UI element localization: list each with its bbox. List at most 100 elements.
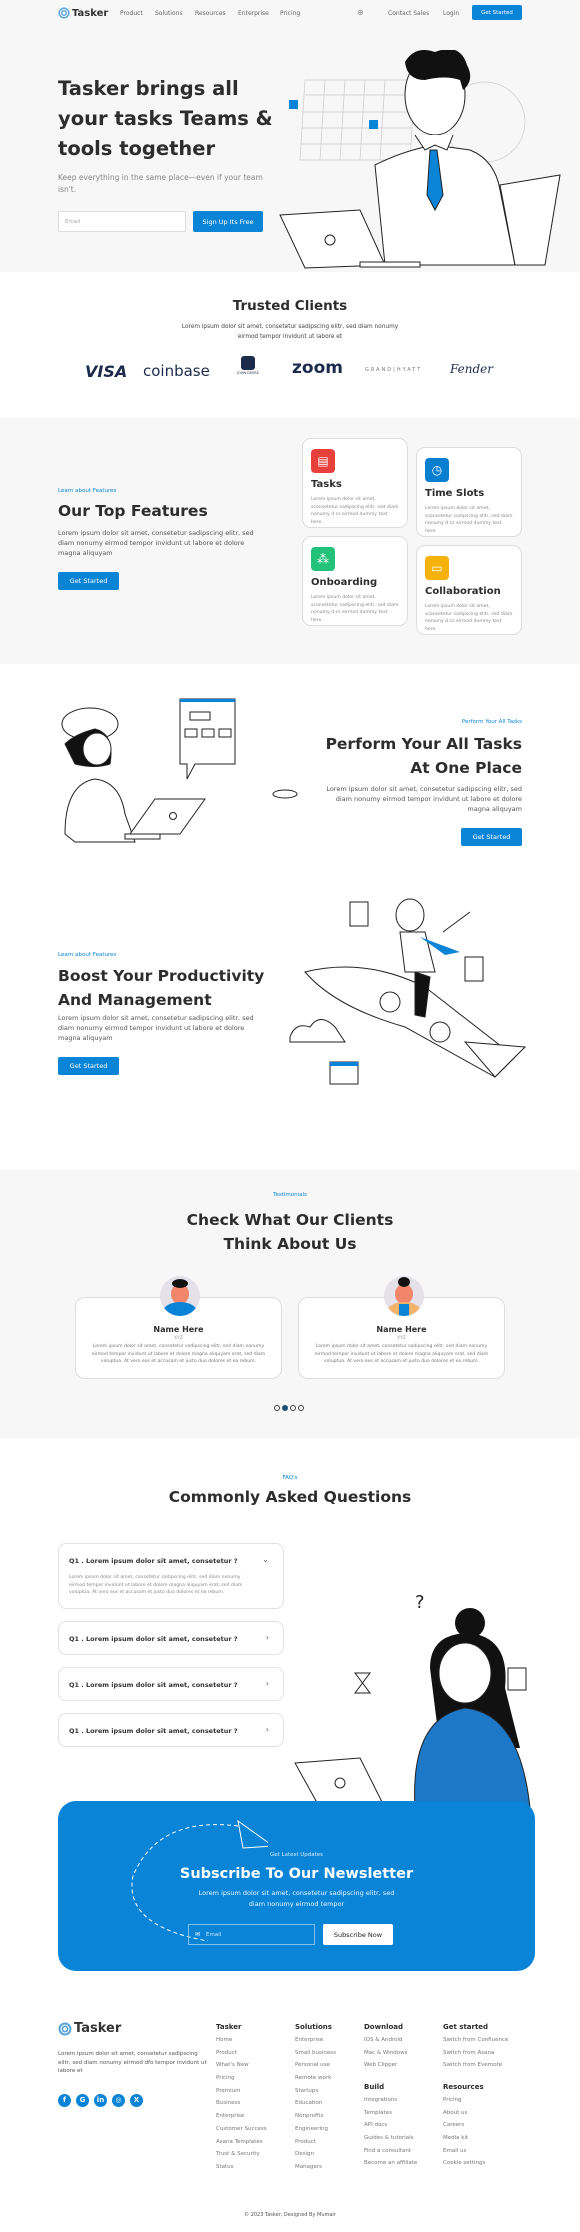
footer-link[interactable]: IOS & Android xyxy=(364,2037,407,2050)
testimonial-role: XYZ xyxy=(174,1336,183,1341)
feature-card-title: Tasks xyxy=(311,479,342,490)
footer-link[interactable]: Templates xyxy=(364,2110,417,2123)
boost-title-line: And Management xyxy=(58,991,212,1009)
footer-link[interactable]: Nonprofits xyxy=(295,2113,336,2126)
boost-get-started-button[interactable]: Get Started xyxy=(58,1057,119,1075)
chevron-right-icon: › xyxy=(265,1679,269,1688)
footer-link[interactable]: Small business xyxy=(295,2050,336,2063)
pagination-dot-active[interactable] xyxy=(282,1405,288,1411)
footer-link[interactable]: Managers xyxy=(295,2164,336,2177)
hero-section: Tasker Product Solutions Resources Enter… xyxy=(0,0,580,272)
nav-link-enterprise[interactable]: Enterprise xyxy=(238,10,269,17)
faq-item-open[interactable]: Q1 . Lorem ipsum dolor sit amet, consete… xyxy=(58,1543,284,1609)
nav-link-product[interactable]: Product xyxy=(120,10,143,17)
footer-link[interactable]: Education xyxy=(295,2100,336,2113)
perform-get-started-button[interactable]: Get Started xyxy=(461,828,522,846)
perform-title-line: Perform Your All Tasks xyxy=(325,735,522,753)
features-get-started-button[interactable]: Get Started xyxy=(58,572,119,590)
logo-fender: Fender xyxy=(450,362,494,376)
nav-link-resources[interactable]: Resources xyxy=(195,10,226,17)
nav-link-solutions[interactable]: Solutions xyxy=(155,10,183,17)
footer-link[interactable]: Product xyxy=(216,2050,267,2063)
logo-visa: VISA xyxy=(85,362,128,381)
footer-link[interactable]: Mac & Windows xyxy=(364,2050,407,2063)
chevron-down-icon: ⌄ xyxy=(262,1555,269,1564)
nav-get-started-button[interactable]: Get Started xyxy=(472,5,522,20)
linkedin-icon[interactable]: in xyxy=(94,2093,107,2107)
footer-link[interactable]: Become an affiliate xyxy=(364,2160,417,2173)
footer-link[interactable]: Engineering xyxy=(295,2126,336,2139)
hero-illustration-man-laptop xyxy=(279,50,561,269)
signup-free-button[interactable]: Sign Up Its Free xyxy=(193,211,263,232)
footer-link[interactable]: Trust & Security xyxy=(216,2151,267,2164)
feature-card-time-slots[interactable]: ◷ Time Slots Lorem ipsum dolor sit amet,… xyxy=(416,447,522,537)
testimonials-title: Check What Our Clients Think About Us xyxy=(0,1208,580,1256)
footer-link[interactable]: Switch from Confluence xyxy=(443,2037,508,2050)
footer-link[interactable]: Pricing xyxy=(443,2097,485,2110)
login-link[interactable]: Login xyxy=(443,10,459,17)
pagination-dot[interactable] xyxy=(274,1405,280,1411)
footer-link[interactable]: Enterprise xyxy=(216,2113,267,2126)
footer-link[interactable]: Personal use xyxy=(295,2062,336,2075)
subscribe-button[interactable]: Subscribe Now xyxy=(323,1924,393,1945)
x-twitter-icon[interactable]: X xyxy=(130,2093,143,2107)
features-section: Learn about Features Our Top Features Lo… xyxy=(0,418,580,664)
faq-item[interactable]: Q1 . Lorem ipsum dolor sit amet, consete… xyxy=(58,1621,284,1655)
globe-icon[interactable]: ⊕ xyxy=(357,8,364,17)
clients-description: Lorem ipsum dolor sit amet, consetetur s… xyxy=(181,324,399,340)
hero-email-input[interactable]: Email xyxy=(58,211,186,232)
faq-answer: Lorem ipsum dolor sit amet, consetetur s… xyxy=(69,1575,243,1595)
testimonial-role: XYZ xyxy=(397,1336,406,1341)
footer-link[interactable]: Product xyxy=(295,2139,336,2152)
mail-icon: ✉ xyxy=(195,1931,201,1938)
footer-link[interactable]: API docs xyxy=(364,2122,417,2135)
footer-link[interactable]: Design xyxy=(295,2151,336,2164)
facebook-icon[interactable]: f xyxy=(58,2093,71,2107)
faq-question: Q1 . Lorem ipsum dolor sit amet, consete… xyxy=(69,1681,238,1689)
footer-link[interactable]: Premium xyxy=(216,2088,267,2101)
faq-item[interactable]: Q1 . Lorem ipsum dolor sit amet, consete… xyxy=(58,1667,284,1701)
newsletter-email-input[interactable]: ✉ Email xyxy=(188,1924,315,1945)
footer-link[interactable]: Startups xyxy=(295,2088,336,2101)
footer-column-solutions: Solutions Enterprise Small business Persona… xyxy=(295,2023,336,2177)
logo-coinbase: coinbase xyxy=(143,362,210,380)
footer-link[interactable]: Pricing xyxy=(216,2075,267,2088)
feature-card-tasks[interactable]: ▤ Tasks Lorem ipsum dolor sit amet, scon… xyxy=(302,438,408,528)
footer-link[interactable]: Asana Templates xyxy=(216,2139,267,2152)
pagination-dot[interactable] xyxy=(290,1405,296,1411)
footer-link[interactable]: Careers xyxy=(443,2122,485,2135)
testimonial-name: Name Here xyxy=(153,1325,204,1334)
feature-card-collaboration[interactable]: ▭ Collaboration Lorem ipsum dolor sit am… xyxy=(416,545,522,635)
footer-link[interactable]: Email us xyxy=(443,2148,485,2161)
footer-link[interactable]: Home xyxy=(216,2037,267,2050)
nav-brand[interactable]: Tasker xyxy=(58,7,108,19)
logo-grand-hyatt: GRAND|HYATT xyxy=(365,367,423,373)
contact-sales-link[interactable]: Contact Sales xyxy=(388,10,429,17)
footer-link[interactable]: About us xyxy=(443,2110,485,2123)
faq-question: Q1 . Lorem ipsum dolor sit amet, consete… xyxy=(69,1727,238,1735)
feature-card-onboarding[interactable]: ⁂ Onboarding Lorem ipsum dolor sit amet,… xyxy=(302,536,408,626)
footer-link[interactable]: Web Clipper xyxy=(364,2062,407,2075)
footer-link[interactable]: Integrations xyxy=(364,2097,417,2110)
boost-section: Learn about Features Boost Your Producti… xyxy=(0,882,580,1170)
footer-link[interactable]: Status xyxy=(216,2164,267,2177)
google-icon[interactable]: G xyxy=(76,2093,89,2107)
boost-label: Learn about Features xyxy=(58,952,117,958)
faq-title: Commonly Asked Questions xyxy=(168,1488,412,1506)
footer-link[interactable]: What's New xyxy=(216,2062,267,2075)
pagination-dot[interactable] xyxy=(298,1405,304,1411)
footer-link[interactable]: Switch from Evernote xyxy=(443,2062,508,2075)
footer-link[interactable]: Guides & tutorials xyxy=(364,2135,417,2148)
features-description: Lorem ipsum dolor sit amet, consetetur s… xyxy=(58,529,254,557)
footer-link[interactable]: Find a consultant xyxy=(364,2148,417,2161)
footer-link[interactable]: Business xyxy=(216,2100,267,2113)
footer-link[interactable]: Switch from Asana xyxy=(443,2050,508,2063)
faq-item[interactable]: Q1 . Lorem ipsum dolor sit amet, consete… xyxy=(58,1713,284,1747)
footer-link[interactable]: Enterprise xyxy=(295,2037,336,2050)
nav-link-pricing[interactable]: Pricing xyxy=(280,10,300,17)
footer-link[interactable]: Customer Success xyxy=(216,2126,267,2139)
footer-link[interactable]: Remote work xyxy=(295,2075,336,2088)
instagram-icon[interactable]: ◎ xyxy=(112,2093,125,2107)
footer-link[interactable]: Cookie settings xyxy=(443,2160,485,2173)
footer-link[interactable]: Media kit xyxy=(443,2135,485,2148)
